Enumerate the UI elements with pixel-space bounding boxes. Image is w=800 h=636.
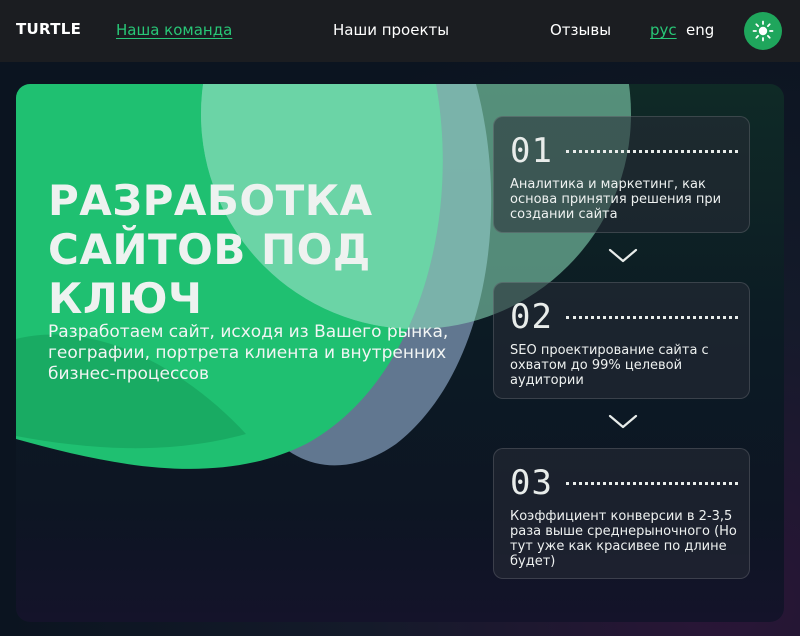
- language-en-link[interactable]: eng: [686, 21, 714, 39]
- step-number: 03: [510, 463, 553, 503]
- step-number: 01: [510, 131, 553, 171]
- hero-title: РАЗРАБОТКА САЙТОВ ПОД КЛЮЧ: [48, 176, 373, 323]
- header: TURTLE Наша команда Наши проекты Отзывы …: [0, 0, 800, 62]
- nav-link-projects[interactable]: Наши проекты: [333, 21, 449, 39]
- step-description: Коэффициент конверсии в 2-3,5 раза выше …: [510, 509, 737, 569]
- dotted-divider: [566, 316, 738, 319]
- page: TURTLE Наша команда Наши проекты Отзывы …: [0, 0, 800, 636]
- step-card-2: 02 SEO проектирование сайта с охватом до…: [493, 282, 750, 399]
- chevron-down-icon: [608, 248, 638, 263]
- step-header: 01: [510, 131, 738, 171]
- sun-icon: [752, 20, 774, 42]
- nav-link-team[interactable]: Наша команда: [116, 21, 232, 39]
- logo[interactable]: TURTLE: [16, 20, 81, 38]
- step-header: 02: [510, 297, 738, 337]
- step-card-1: 01 Аналитика и маркетинг, как основа при…: [493, 116, 750, 233]
- chevron-down-icon: [608, 414, 638, 429]
- language-ru-link[interactable]: рус: [650, 21, 677, 39]
- dotted-divider: [566, 150, 738, 153]
- hero-subtitle: Разработаем сайт, исходя из Вашего рынка…: [48, 322, 449, 384]
- step-description: Аналитика и маркетинг, как основа принят…: [510, 177, 722, 222]
- step-description: SEO проектирование сайта с охватом до 99…: [510, 343, 709, 388]
- nav-link-reviews[interactable]: Отзывы: [550, 21, 611, 39]
- dotted-divider: [566, 482, 738, 485]
- hero-section: РАЗРАБОТКА САЙТОВ ПОД КЛЮЧ Разработаем с…: [16, 84, 784, 622]
- step-header: 03: [510, 463, 738, 503]
- step-card-3: 03 Коэффициент конверсии в 2-3,5 раза вы…: [493, 448, 750, 579]
- step-number: 02: [510, 297, 553, 337]
- theme-toggle-button[interactable]: [744, 12, 782, 50]
